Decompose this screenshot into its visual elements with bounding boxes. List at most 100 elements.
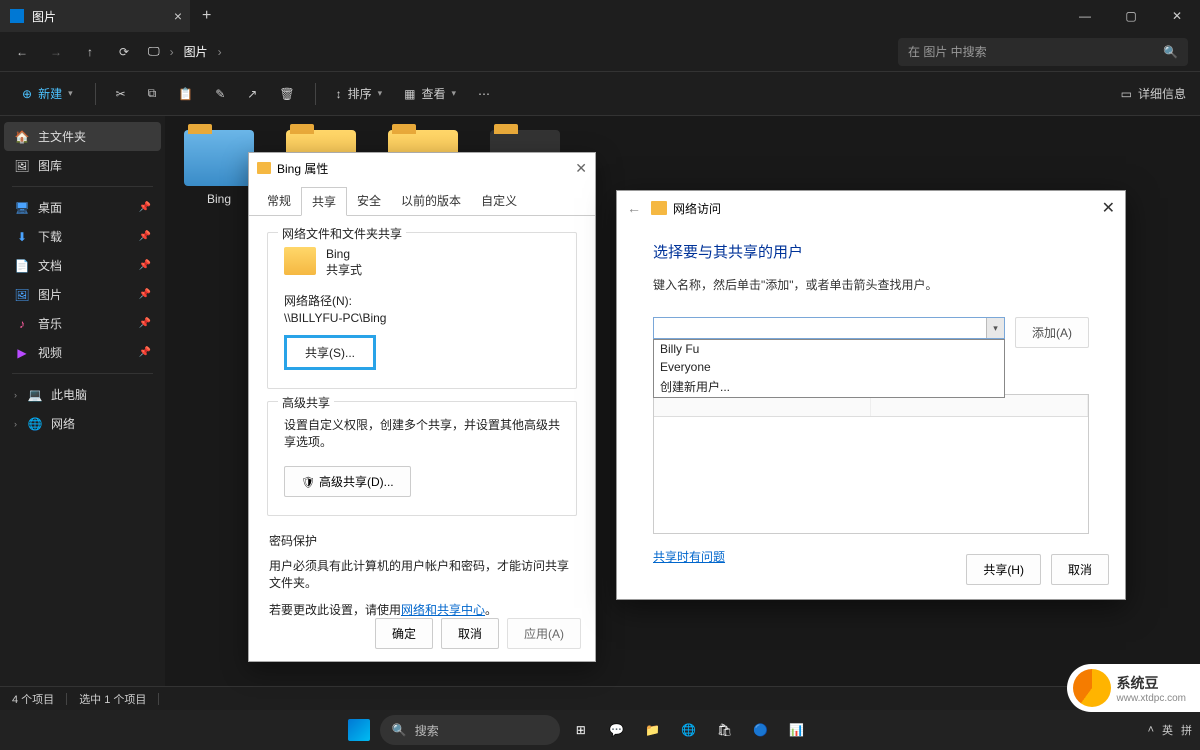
advanced-share-button[interactable]: 高级共享(D)... (284, 466, 411, 497)
properties-dialog: Bing 属性 ✕ 常规 共享 安全 以前的版本 自定义 网络文件和文件夹共享 … (248, 152, 596, 662)
folder-icon (184, 130, 254, 186)
paste-button[interactable]: 📋 (172, 83, 199, 105)
share-button[interactable]: ↗ (241, 83, 263, 105)
up-button[interactable]: ↑ (80, 42, 100, 62)
tab-share[interactable]: 共享 (301, 187, 347, 216)
ime-mode[interactable]: 拼 (1181, 722, 1192, 738)
pin-icon: 📌 (139, 318, 151, 329)
close-window-button[interactable]: ✕ (1154, 0, 1200, 32)
watermark-url: www.xtdpc.com (1117, 693, 1186, 704)
task-view-button[interactable]: ⊞ (566, 715, 596, 745)
share-status: 共享式 (326, 261, 362, 278)
dropdown-option[interactable]: Everyone (654, 358, 1004, 376)
video-icon: ▶ (14, 345, 30, 361)
network-center-link[interactable]: 网络和共享中心 (401, 603, 485, 617)
rename-button[interactable]: ✎ (209, 83, 231, 105)
taskbar-app[interactable]: 💬 (602, 715, 632, 745)
window-tab[interactable]: 图片 × (0, 0, 190, 32)
apply-button[interactable]: 应用(A) (507, 618, 581, 649)
dialog-subtext: 键入名称，然后单击"添加"，或者单击箭头查找用户。 (653, 276, 1089, 293)
maximize-button[interactable]: ▢ (1108, 0, 1154, 32)
dropdown-option[interactable]: 创建新用户... (654, 376, 1004, 397)
back-icon[interactable]: ← (627, 200, 641, 216)
password-desc: 用户必须具有此计算机的用户帐户和密码，才能访问共享文件夹。 (269, 557, 575, 591)
cancel-button[interactable]: 取消 (441, 618, 499, 649)
pin-icon: 📌 (139, 260, 151, 271)
picture-icon (10, 9, 24, 23)
tab-security[interactable]: 安全 (347, 187, 391, 215)
user-combobox[interactable]: ▾ Billy Fu Everyone 创建新用户... (653, 317, 1005, 348)
folder-item[interactable]: Bing (179, 130, 259, 206)
close-tab-icon[interactable]: × (174, 8, 182, 24)
share-button[interactable]: 共享(S)... (284, 335, 376, 370)
sidebar-item-pictures[interactable]: 🖼图片📌 (4, 280, 161, 309)
sidebar-item-desktop[interactable]: 🖥桌面📌 (4, 193, 161, 222)
ok-button[interactable]: 确定 (375, 618, 433, 649)
tab-general[interactable]: 常规 (257, 187, 301, 215)
chevron-right-icon: › (170, 45, 174, 59)
sidebar-item-downloads[interactable]: ⬇下载📌 (4, 222, 161, 251)
sort-button[interactable]: ↕ 排序 ▾ (330, 81, 389, 106)
refresh-button[interactable]: ⟳ (114, 42, 134, 62)
user-input[interactable] (653, 317, 1005, 339)
ime-indicator[interactable]: 英 (1162, 722, 1173, 738)
taskbar-app[interactable]: 📊 (782, 715, 812, 745)
selected-count: 选中 1 个项目 (79, 691, 146, 707)
sidebar-item-thispc[interactable]: ›💻此电脑 (4, 380, 161, 409)
breadcrumb[interactable]: 🖵 › 图片 › (148, 43, 884, 60)
taskbar-search[interactable]: 🔍搜索 (380, 715, 560, 745)
document-icon: 📄 (14, 258, 30, 274)
pc-icon: 💻 (27, 387, 43, 403)
cancel-button[interactable]: 取消 (1051, 554, 1109, 585)
more-button[interactable]: ⋯ (472, 83, 496, 105)
taskbar-app[interactable]: 🌐 (674, 715, 704, 745)
group-title: 高级共享 (278, 394, 334, 411)
copy-button[interactable]: ⧉ (142, 82, 163, 105)
sidebar-item-videos[interactable]: ▶视频📌 (4, 338, 161, 367)
dialog-titlebar[interactable]: ← 网络访问 ✕ (617, 191, 1125, 225)
chevron-down-icon: ▾ (68, 88, 73, 99)
details-button[interactable]: 详细信息 (1138, 85, 1186, 102)
folder-name: Bing (326, 247, 362, 261)
new-tab-button[interactable]: + (190, 7, 223, 25)
close-button[interactable]: ✕ (1102, 198, 1115, 218)
dialog-titlebar[interactable]: Bing 属性 ✕ (249, 153, 595, 183)
sidebar-item-music[interactable]: ♪音乐📌 (4, 309, 161, 338)
home-icon: 🏠 (14, 129, 30, 145)
combobox-dropdown: Billy Fu Everyone 创建新用户... (653, 339, 1005, 398)
delete-button[interactable]: 🗑 (273, 83, 300, 105)
dropdown-option[interactable]: Billy Fu (654, 340, 1004, 358)
new-button[interactable]: ⊕ 新建 ▾ (14, 81, 81, 106)
view-button[interactable]: ▦ 查看 ▾ (398, 81, 462, 106)
view-icon: ▦ (404, 87, 415, 101)
back-button[interactable]: ← (12, 42, 32, 62)
tray-chevron-icon[interactable]: ˄ (1148, 724, 1154, 736)
tab-customize[interactable]: 自定义 (471, 187, 527, 215)
pictures-icon: 🖼 (14, 287, 30, 303)
search-input[interactable]: 在 图片 中搜索 🔍 (898, 38, 1188, 66)
taskbar-app[interactable]: 📁 (638, 715, 668, 745)
sidebar-item-documents[interactable]: 📄文档📌 (4, 251, 161, 280)
folder-icon (284, 247, 316, 275)
status-bar: 4 个项目 选中 1 个项目 ≡ ▦ (0, 686, 1200, 710)
tab-previous-versions[interactable]: 以前的版本 (391, 187, 471, 215)
taskbar-app[interactable]: 🔵 (746, 715, 776, 745)
item-count: 4 个项目 (12, 691, 54, 707)
chevron-down-icon[interactable]: ▾ (986, 318, 1004, 338)
forward-button[interactable]: → (46, 42, 66, 62)
permissions-table[interactable] (653, 394, 1089, 534)
sidebar-item-gallery[interactable]: 🖼图库 (4, 151, 161, 180)
close-button[interactable]: ✕ (575, 160, 587, 177)
start-button[interactable] (344, 715, 374, 745)
share-confirm-button[interactable]: 共享(H) (966, 554, 1041, 585)
sidebar-item-home[interactable]: 🏠主文件夹 (4, 122, 161, 151)
minimize-button[interactable]: — (1062, 0, 1108, 32)
taskbar-app[interactable]: 🛍 (710, 715, 740, 745)
dialog-title: 网络访问 (673, 200, 721, 217)
sidebar-item-network[interactable]: ›🌐网络 (4, 409, 161, 438)
network-path-value: \\BILLYFU-PC\Bing (284, 311, 560, 325)
add-button[interactable]: 添加(A) (1015, 317, 1089, 348)
breadcrumb-segment[interactable]: 图片 (184, 43, 208, 60)
problems-link[interactable]: 共享时有问题 (653, 550, 725, 564)
cut-button[interactable]: ✂ (110, 83, 132, 105)
